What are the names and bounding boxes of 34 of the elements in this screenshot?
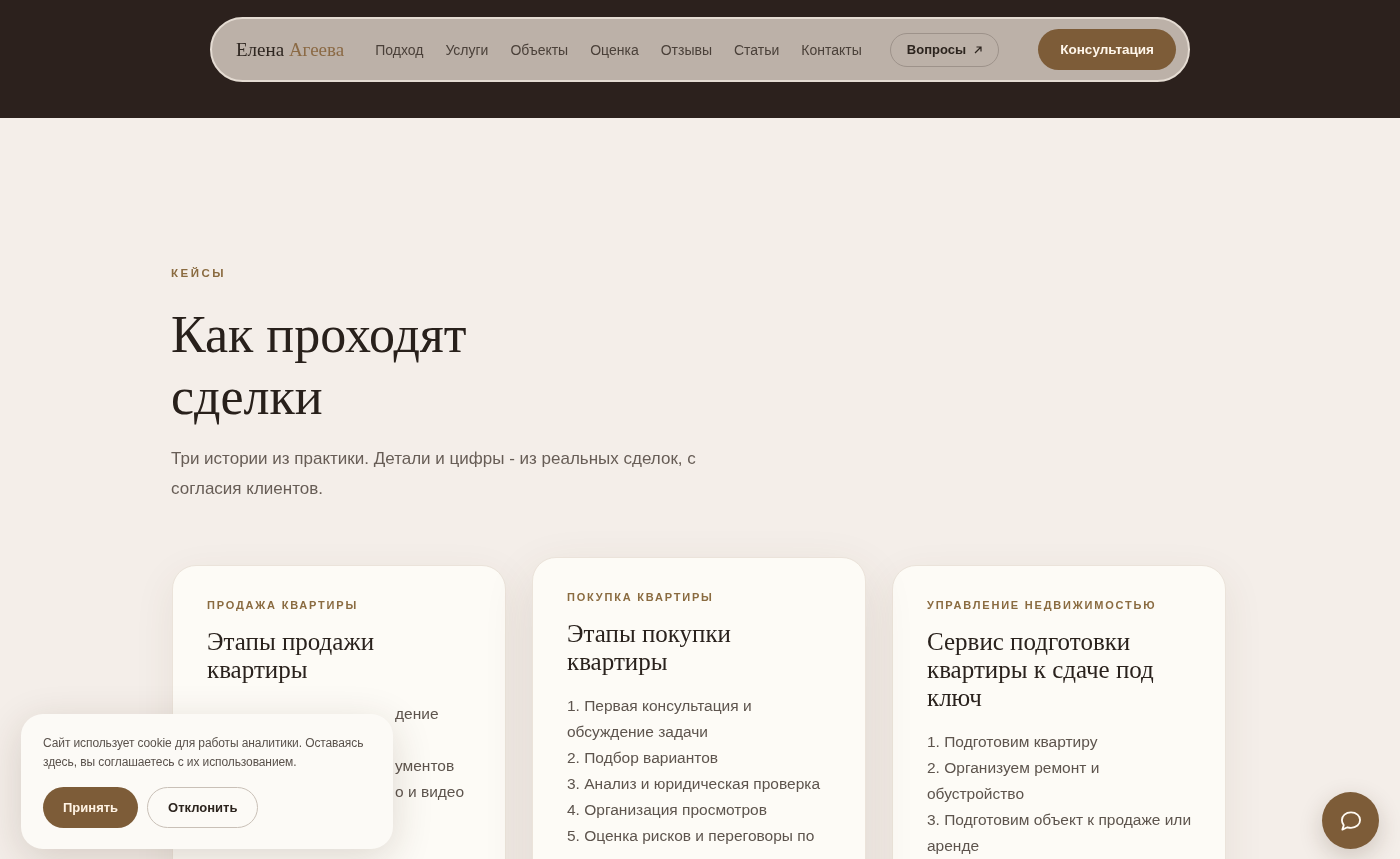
nav-link[interactable]: Статьи [734,41,780,58]
step-item: 1. Подготовим квартиру [927,732,1099,752]
step-item: о и видео [395,782,466,802]
step-item: 4. Организация просмотров [567,800,768,820]
nav-link[interactable]: Объекты [510,41,569,58]
cookie-text: Сайт использует cookie для работы аналитики. Оставаясь здесь, вы соглашаетесь с их использованием. [43,735,365,771]
section-title: Как проходят сделки [171,305,468,427]
logo-link[interactable]: Елена Агеева [236,38,345,61]
nav-link[interactable]: Подход [375,41,424,58]
section-subtitle: Три истории из практики. Детали и цифры - из реальных сделок, с согласия клиентов. [171,448,697,500]
accept-button[interactable]: Принять [43,787,139,828]
card-category: УПРАВЛЕНИЕ НЕДВИЖИМОСТЬЮ [927,598,1158,613]
step-item: дение [395,704,440,724]
card-title: Сервис подготовки квартиры к сдаче под ключ [927,628,1155,712]
card-title: Этапы продажи квартиры [207,628,376,684]
chat-button[interactable] [1322,792,1379,849]
section-eyebrow: КЕЙСЫ [171,266,228,281]
step-item: 3. Анализ и юридическая проверка [567,774,821,794]
nav-link[interactable]: Отзывы [660,41,712,58]
nav-link[interactable]: Контакты [801,41,862,58]
card-title: Этапы покупки квартиры [567,620,732,676]
step-item: 5. Оценка рисков и переговоры по [567,826,816,846]
step-item: 2. Подбор вариантов [567,748,720,768]
nav-link[interactable]: Оценка [590,41,639,58]
step-item: 2. Организуем ремонт и обустройство [927,758,1101,804]
arrow-up-right-icon [974,45,983,54]
consultation-button[interactable]: Консультация [1038,29,1176,70]
nav-link[interactable]: Услуги [445,41,489,58]
step-item: ументов [395,756,456,776]
card-category: ПОКУПКА КВАРТИРЫ [567,590,715,605]
step-item: 1. Первая консультация и обсуждение задачи [567,696,753,742]
card-category: ПРОДАЖА КВАРТИРЫ [207,598,359,613]
chat-bubble-icon [1339,810,1362,831]
step-item: 3. Подготовим объект к продаже или аренде [927,810,1192,856]
